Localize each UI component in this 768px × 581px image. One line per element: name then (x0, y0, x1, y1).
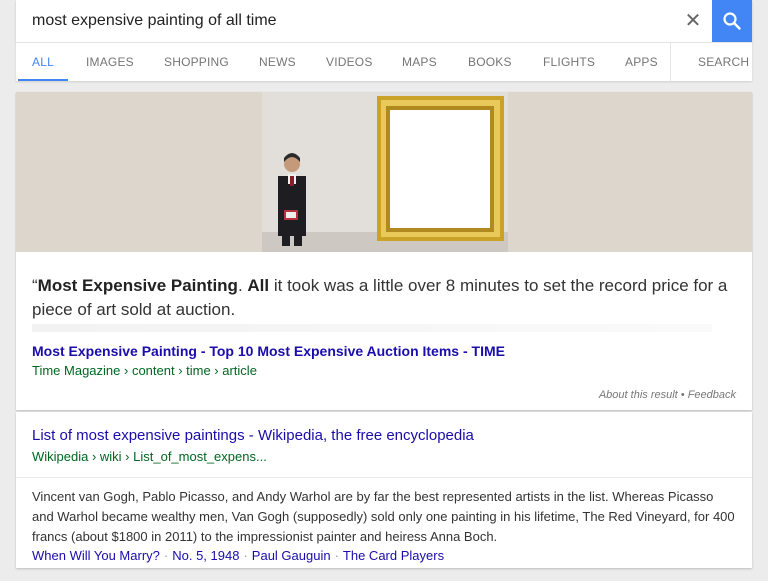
featured-result-title[interactable]: Most Expensive Painting - Top 10 Most Ex… (32, 343, 505, 359)
divider (16, 477, 752, 478)
sitelink-separator: · (163, 548, 169, 563)
tab-videos[interactable]: VIDEOS (326, 43, 373, 81)
tab-all[interactable]: ALL (18, 43, 68, 81)
search-icon (723, 12, 741, 30)
featured-photo (262, 92, 508, 252)
tab-shopping[interactable]: SHOPPING (164, 43, 229, 81)
snippet-text: . (237, 276, 248, 295)
tab-images[interactable]: IMAGES (86, 43, 134, 81)
featured-snippet-card: “Most Expensive Painting. All it took wa… (16, 92, 752, 410)
wiki-result-snippet: Vincent van Gogh, Pablo Picasso, and And… (32, 489, 735, 544)
bullet: • (677, 389, 688, 401)
search-tabs: ALL IMAGES SHOPPING NEWS VIDEOS MAPS BOO… (16, 42, 752, 81)
sitelink-separator: · (243, 548, 248, 563)
sitelink[interactable]: Paul Gauguin (252, 548, 331, 563)
wiki-result-url[interactable]: Wikipedia › wiki › List_of_most_expens..… (32, 449, 267, 464)
featured-snippet-text: “Most Expensive Painting. All it took wa… (32, 274, 736, 322)
tab-books[interactable]: BOOKS (468, 43, 512, 81)
sitelink[interactable]: The Card Players (343, 548, 444, 563)
auction-photo-illustration (262, 92, 508, 252)
featured-result-url[interactable]: Time Magazine › content › time › article (32, 363, 257, 378)
snippet-fade (32, 324, 712, 332)
search-button[interactable] (712, 0, 752, 42)
tab-search-tools[interactable]: SEARCH (698, 43, 749, 81)
snippet-highlight: Most Expensive Painting (37, 276, 238, 295)
tab-flights[interactable]: FLIGHTS (543, 43, 595, 81)
search-input[interactable]: most expensive painting of all time (32, 0, 652, 42)
tab-news[interactable]: NEWS (259, 43, 296, 81)
about-feedback-row: About this result • Feedback (599, 389, 736, 401)
search-box: most expensive painting of all time ✕ (16, 0, 752, 42)
snippet-highlight: All (247, 276, 270, 295)
clear-search-button[interactable]: ✕ (678, 0, 708, 42)
sitelinks: When Will You Marry? · No. 5, 1948 · Paul Ga… (32, 548, 444, 563)
wiki-result-title[interactable]: List of most expensive paintings - Wikip… (32, 427, 474, 444)
sitelink-separator: · (334, 548, 339, 563)
close-icon: ✕ (684, 10, 702, 32)
tab-divider (670, 43, 671, 81)
sitelink[interactable]: No. 5, 1948 (172, 548, 239, 563)
feedback-link[interactable]: Feedback (688, 389, 736, 401)
sitelink[interactable]: When Will You Marry? (32, 548, 160, 563)
top-bar: most expensive painting of all time ✕ AL… (0, 0, 768, 82)
wikipedia-result-card: List of most expensive paintings - Wikip… (16, 412, 752, 568)
tab-maps[interactable]: MAPS (402, 43, 437, 81)
tab-apps[interactable]: APPS (625, 43, 658, 81)
featured-image-banner[interactable] (16, 92, 752, 252)
about-this-result-link[interactable]: About this result (599, 389, 678, 401)
